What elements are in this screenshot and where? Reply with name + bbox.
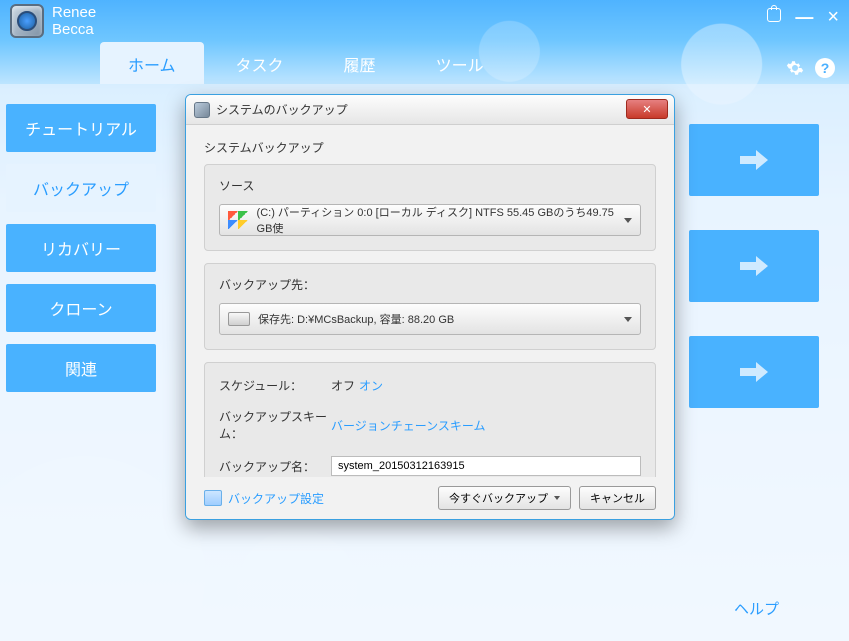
dialog-section-title: システムバックアップ xyxy=(204,139,656,156)
top-tabs: ホーム タスク 履歴 ツール ? xyxy=(0,42,849,84)
arrow-button-3[interactable] xyxy=(689,336,819,408)
minimize-button[interactable]: — xyxy=(795,8,813,26)
source-value: (C:) パーティション 0:0 [ローカル ディスク] NTFS 55.45 … xyxy=(257,204,618,236)
drive-icon xyxy=(228,312,250,326)
window-controls: — × xyxy=(767,8,839,26)
dialog-close-button[interactable]: ✕ xyxy=(626,99,668,119)
dialog-title: システムのバックアップ xyxy=(216,101,348,118)
tab-home[interactable]: ホーム xyxy=(100,42,204,84)
meta-panel: スケジュール： オフ オン バックアップスキーム： バージョンチェーンスキーム … xyxy=(204,362,656,491)
source-panel: ソース (C:) パーティション 0:0 [ローカル ディスク] NTFS 55… xyxy=(204,164,656,251)
schedule-row: スケジュール： オフ オン xyxy=(219,377,641,394)
backup-now-button[interactable]: 今すぐバックアップ xyxy=(438,486,571,510)
schedule-label: スケジュール： xyxy=(219,377,331,394)
dialog-footer: バックアップ設定 今すぐバックアップ キャンセル xyxy=(186,477,674,519)
tab-tool[interactable]: ツール xyxy=(408,42,512,84)
app-title-line2: Becca xyxy=(52,21,96,38)
sidebar-item-related[interactable]: 関連 xyxy=(6,344,156,392)
backup-name-label: バックアップ名： xyxy=(219,458,331,475)
body-area: チュートリアル バックアップ リカバリー クローン 関連 ヘルプ システムのバッ… xyxy=(0,84,849,641)
sidebar-item-tutorial[interactable]: チュートリアル xyxy=(6,104,156,152)
gear-icon[interactable] xyxy=(785,58,805,78)
arrow-button-1[interactable] xyxy=(689,124,819,196)
destination-panel: バックアップ先： 保存先: D:¥MCsBackup, 容量: 88.20 GB xyxy=(204,263,656,350)
windows-logo-icon xyxy=(228,211,249,229)
arrow-button-2[interactable] xyxy=(689,230,819,302)
pin-icon[interactable] xyxy=(767,8,781,22)
backup-settings-text: バックアップ設定 xyxy=(228,490,324,507)
main-window: Renee Becca — × ホーム タスク 履歴 ツール ? チュートリアル… xyxy=(0,0,849,641)
source-label: ソース xyxy=(219,177,641,194)
scheme-label: バックアップスキーム： xyxy=(219,408,331,442)
dialog-titlebar[interactable]: システムのバックアップ ✕ xyxy=(186,95,674,125)
destination-label: バックアップ先： xyxy=(219,276,641,293)
dialog-body: システムバックアップ ソース (C:) パーティション 0:0 [ローカル ディ… xyxy=(186,125,674,501)
sidebar: チュートリアル バックアップ リカバリー クローン 関連 xyxy=(6,104,156,404)
titlebar: Renee Becca — × xyxy=(0,0,849,42)
backup-name-input[interactable] xyxy=(331,456,641,476)
backup-settings-link[interactable]: バックアップ設定 xyxy=(204,490,324,507)
sidebar-item-recovery[interactable]: リカバリー xyxy=(6,224,156,272)
app-logo-icon xyxy=(10,4,44,38)
source-select[interactable]: (C:) パーティション 0:0 [ローカル ディスク] NTFS 55.45 … xyxy=(219,204,641,236)
cancel-button[interactable]: キャンセル xyxy=(579,486,656,510)
top-right-icons: ? xyxy=(785,58,835,78)
system-backup-dialog: システムのバックアップ ✕ システムバックアップ ソース (C:) パーティショ… xyxy=(185,94,675,520)
tab-history[interactable]: 履歴 xyxy=(316,42,404,84)
help-icon[interactable]: ? xyxy=(815,58,835,78)
scheme-link[interactable]: バージョンチェーンスキーム xyxy=(331,417,486,434)
destination-value: 保存先: D:¥MCsBackup, 容量: 88.20 GB xyxy=(258,311,454,327)
scheme-row: バックアップスキーム： バージョンチェーンスキーム xyxy=(219,408,641,442)
action-arrow-column xyxy=(689,124,819,442)
schedule-on-link[interactable]: オン xyxy=(359,377,383,394)
app-title-line1: Renee xyxy=(52,4,96,21)
close-button[interactable]: × xyxy=(827,8,839,26)
schedule-off-text: オフ xyxy=(331,377,355,394)
help-link[interactable]: ヘルプ xyxy=(734,598,779,619)
backup-name-row: バックアップ名： xyxy=(219,456,641,476)
destination-select[interactable]: 保存先: D:¥MCsBackup, 容量: 88.20 GB xyxy=(219,303,641,335)
tab-task[interactable]: タスク xyxy=(208,42,312,84)
settings-box-icon xyxy=(204,490,222,506)
app-title: Renee Becca xyxy=(52,4,96,38)
dialog-app-icon xyxy=(194,102,210,118)
sidebar-item-clone[interactable]: クローン xyxy=(6,284,156,332)
sidebar-item-backup[interactable]: バックアップ xyxy=(6,164,156,212)
